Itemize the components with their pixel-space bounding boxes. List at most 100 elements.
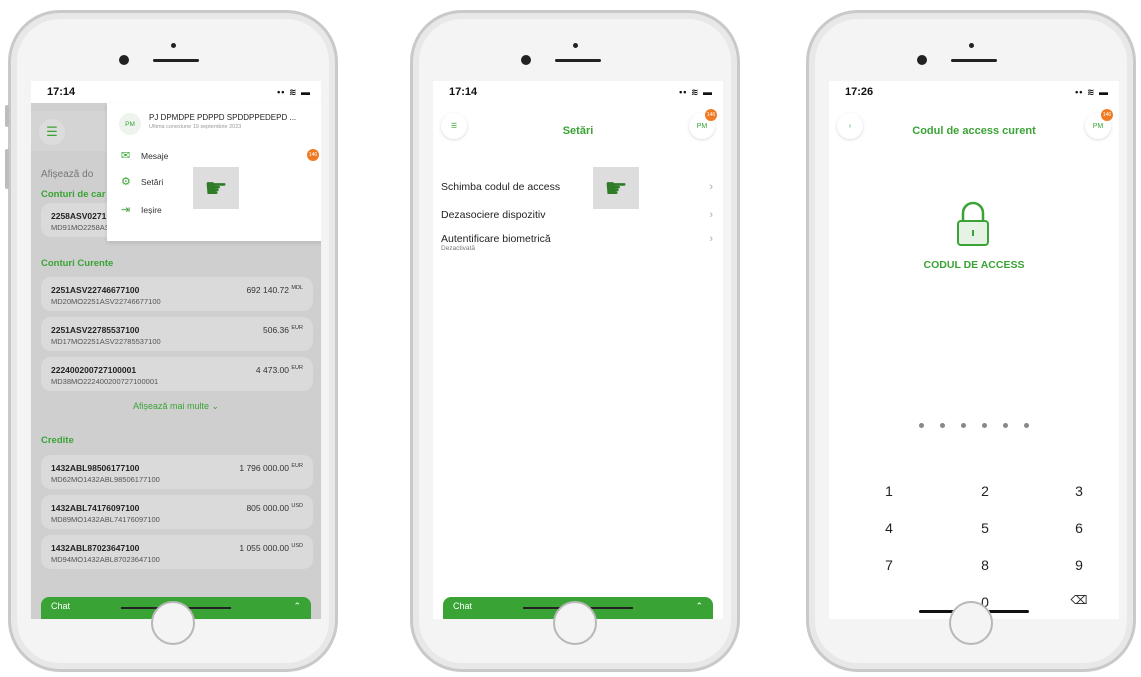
credit-amount: 1 796 000.00 EUR — [239, 463, 303, 473]
screen-accounts: 17:14 •• ≋ ▬ ☰ Afișează do Conturi de ca… — [31, 81, 321, 619]
user-name: PJ DPMDPE PDPPD SPDDPPEDEPD ... — [149, 113, 297, 122]
chevron-up-icon: ⌃ — [293, 601, 301, 611]
account-row[interactable]: 2251ASV22785537100 MD17MO2251ASV22785537… — [41, 317, 313, 351]
keypad-key[interactable]: 1 — [869, 483, 909, 499]
account-iban: MD38MO222400200727100001 — [51, 377, 159, 386]
home-button[interactable] — [553, 601, 597, 645]
backspace-icon[interactable]: ⌫ — [1059, 593, 1099, 607]
screen-access-code: 17:26 •• ≋ ▬ ‹ Codul de access curent PM… — [829, 81, 1119, 619]
user-profile[interactable]: PM PJ DPMDPE PDPPD SPDDPPEDEPD ... Ultim… — [119, 113, 296, 135]
keypad-key[interactable]: 2 — [965, 483, 1005, 499]
chat-label: Chat — [51, 601, 71, 611]
credit-row[interactable]: 1432ABL98506177100 MD62MO1432ABL98506177… — [41, 455, 313, 489]
envelope-icon: ✉ — [121, 150, 131, 162]
pin-dot — [919, 423, 924, 428]
account-iban: MD20MO2251ASV22746677100 — [51, 297, 161, 306]
avatar: PM — [119, 113, 141, 135]
credit-currency: USD — [291, 543, 303, 550]
credit-currency: USD — [291, 503, 303, 510]
home-button[interactable] — [151, 601, 195, 645]
status-time: 17:14 — [449, 86, 478, 98]
earpiece-speaker — [555, 59, 601, 62]
hamburger-icon[interactable]: ☰ — [39, 119, 65, 145]
pin-dot — [1003, 423, 1008, 428]
section-title-cards: Conturi de car — [41, 189, 106, 200]
phone-frame-2: 17:14 •• ≋ ▬ ☰ Setări PM 146 Schimba cod… — [410, 10, 740, 672]
section-title-current: Conturi Curente — [41, 258, 114, 269]
credit-iban: MD89MO1432ABL74176097100 — [51, 515, 160, 524]
status-icons: •• ≋ ▬ — [679, 86, 713, 97]
page-title: Afișează do — [41, 169, 94, 180]
home-button[interactable] — [949, 601, 993, 645]
keypad-key[interactable]: 3 — [1059, 483, 1099, 499]
account-iban: MD17MO2251ASV22785537100 — [51, 337, 161, 346]
menu-item-logout[interactable]: ⇥ Ieșire — [121, 203, 162, 216]
keypad-key[interactable]: 7 — [869, 557, 909, 573]
notification-badge: 146 — [705, 109, 717, 121]
page-title: Codul de access curent — [912, 125, 1036, 137]
credit-amount: 805 000.00 USD — [246, 503, 303, 513]
lock-icon — [957, 201, 989, 246]
mute-switch — [5, 105, 9, 127]
chevron-up-icon: ⌃ — [695, 601, 703, 611]
menu-item-label: Mesaje — [141, 150, 169, 161]
screen-settings: 17:14 •• ≋ ▬ ☰ Setări PM 146 Schimba cod… — [433, 81, 723, 619]
keypad-key[interactable]: 8 — [965, 557, 1005, 573]
menu-item-label: Ieșire — [141, 204, 162, 215]
notification-badge: 146 — [1101, 109, 1113, 121]
account-balance: 4 473.00 EUR — [256, 365, 303, 375]
menu-item-label: Setări — [141, 176, 164, 187]
gear-icon: ⚙ — [121, 176, 131, 188]
phone-frame-1: 17:14 •• ≋ ▬ ☰ Afișează do Conturi de ca… — [5, 10, 338, 672]
setting-biometric-auth[interactable]: Autentificare biometrică Dezactivată › — [441, 233, 713, 252]
exit-icon: ⇥ — [121, 204, 131, 216]
keypad-key[interactable]: 6 — [1059, 520, 1099, 536]
last-login: Ultima conexiune 19 septembrie 2023 — [149, 124, 242, 130]
pin-dot — [1024, 423, 1029, 428]
phone-frame-3: 17:26 •• ≋ ▬ ‹ Codul de access curent PM… — [806, 10, 1136, 672]
front-camera — [171, 43, 176, 48]
pin-dot — [982, 423, 987, 428]
menu-item-messages[interactable]: ✉ Mesaje — [121, 149, 168, 162]
menu-item-settings[interactable]: ⚙ Setări — [121, 175, 163, 188]
balance-currency: MDL — [291, 285, 303, 292]
setting-label: Autentificare biometrică — [441, 233, 551, 245]
setting-change-access-code[interactable]: Schimba codul de access › — [441, 181, 713, 193]
pin-dot — [961, 423, 966, 428]
balance-amount: 4 473.00 — [255, 365, 289, 375]
status-bar: 17:14 •• ≋ ▬ — [433, 81, 723, 103]
proximity-sensor — [119, 55, 129, 65]
chat-label: Chat — [453, 601, 473, 611]
credit-row[interactable]: 1432ABL74176097100 MD89MO1432ABL74176097… — [41, 495, 313, 529]
credit-row[interactable]: 1432ABL87023647100 MD94MO1432ABL87023647… — [41, 535, 313, 569]
setting-unpair-device[interactable]: Dezasociere dispozitiv › — [441, 209, 713, 221]
proximity-sensor — [521, 55, 531, 65]
status-icons: •• ≋ ▬ — [1075, 86, 1109, 97]
setting-label: Dezasociere dispozitiv — [441, 209, 546, 221]
earpiece-speaker — [153, 59, 199, 62]
account-row[interactable]: 222400200727100001 MD38MO222400200727100… — [41, 357, 313, 391]
keypad-key[interactable]: 9 — [1059, 557, 1099, 573]
account-balance: 692 140.72 MDL — [246, 285, 303, 295]
keypad-key[interactable]: 5 — [965, 520, 1005, 536]
credit-currency: EUR — [291, 463, 303, 470]
chevron-right-icon: › — [709, 209, 713, 221]
credit-amount-value: 805 000.00 — [246, 503, 289, 513]
status-time: 17:14 — [47, 86, 76, 98]
account-row[interactable]: 2251ASV22746677100 MD20MO2251ASV22746677… — [41, 277, 313, 311]
chevron-right-icon: › — [709, 181, 713, 193]
keypad-key[interactable]: 4 — [869, 520, 909, 536]
show-more-link[interactable]: Afișează mai multe ⌄ — [31, 401, 321, 412]
credit-iban: MD94MO1432ABL87023647100 — [51, 555, 160, 564]
credit-amount: 1 055 000.00 USD — [239, 543, 303, 553]
account-balance: 506.36 EUR — [263, 325, 303, 335]
pin-indicator — [829, 423, 1119, 428]
section-title-credits: Credite — [41, 435, 74, 446]
credit-iban: MD62MO1432ABL98506177100 — [51, 475, 160, 484]
chevron-down-icon: ⌄ — [211, 401, 220, 411]
earpiece-speaker — [951, 59, 997, 62]
setting-status: Dezactivată — [441, 245, 475, 252]
status-icons: •• ≋ ▬ — [277, 86, 311, 97]
status-bar: 17:14 •• ≋ ▬ — [31, 81, 321, 103]
pointing-hand-icon: ☛ — [193, 167, 239, 209]
